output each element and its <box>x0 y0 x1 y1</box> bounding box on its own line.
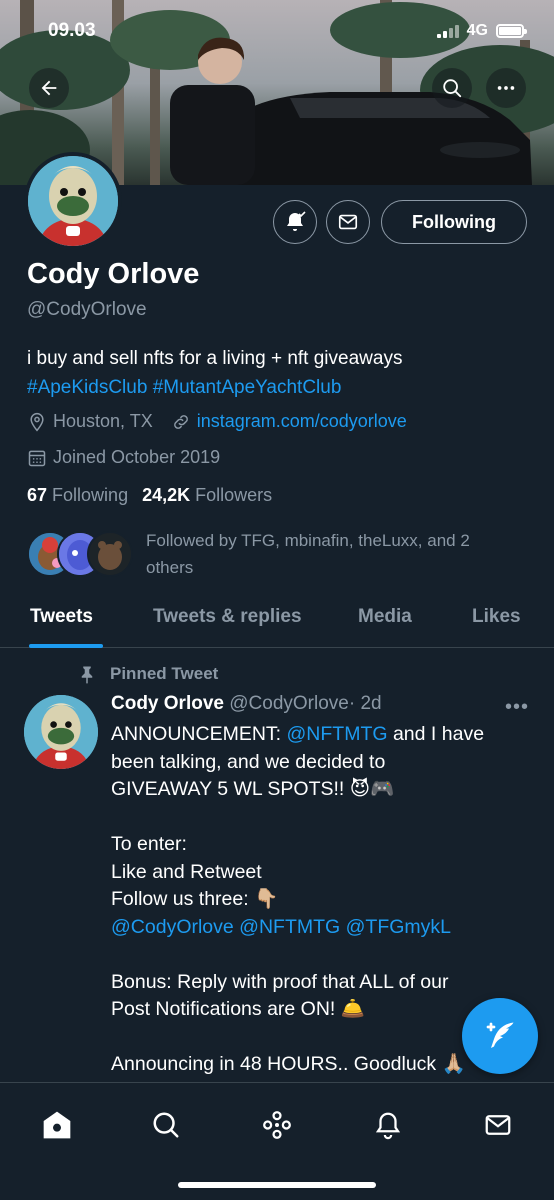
profile-website-link[interactable]: instagram.com/codyorlove <box>197 411 407 432</box>
compose-tweet-button[interactable] <box>462 998 538 1074</box>
status-indicators: 4G <box>436 22 527 40</box>
tweet-line: ANNOUNCEMENT: @NFTMTG and I have <box>111 721 531 749</box>
status-time: 09.03 <box>48 20 96 41</box>
search-icon <box>443 79 462 98</box>
followers-label: Followers <box>195 485 273 505</box>
mail-icon <box>338 214 358 230</box>
tweet-author-handle: @CodyOrlove <box>229 693 349 714</box>
battery-icon <box>496 24 527 38</box>
pin-icon <box>81 666 93 684</box>
tweet-author-name[interactable]: Cody Orlove <box>111 693 224 714</box>
signal-icon <box>436 24 459 38</box>
tweet-more-button[interactable]: ••• <box>505 696 529 719</box>
nav-messages[interactable] <box>478 1105 518 1145</box>
home-icon <box>43 1111 71 1139</box>
pinned-tweet-label: Pinned Tweet <box>78 664 218 684</box>
tweet-text: ANNOUNCEMENT: <box>111 723 287 745</box>
notifications-toggle-button[interactable] <box>273 200 317 244</box>
location-icon <box>30 412 44 431</box>
bell-notification-icon <box>287 211 306 231</box>
network-type: 4G <box>466 22 488 39</box>
home-indicator <box>178 1182 376 1188</box>
following-label: Following <box>52 485 129 505</box>
profile-handle: @CodyOrlove <box>27 299 147 320</box>
tweet-line: Follow us three: 👇🏼 <box>111 888 279 910</box>
tweet-time: · 2d <box>348 693 382 714</box>
back-button[interactable] <box>29 68 69 108</box>
tweet-text: and I have <box>387 723 485 745</box>
profile-tabs: Tweets Tweets & replies Media Likes <box>0 600 554 648</box>
following-count: 67 <box>27 485 48 505</box>
notifications-icon <box>375 1112 401 1140</box>
profile-meta-row: Houston, TX instagram.com/codyorlove <box>27 411 407 432</box>
following-count-link[interactable]: 67 Following <box>27 485 128 506</box>
profile-bio: i buy and sell nfts for a living + nft g… <box>27 344 537 402</box>
followers-count: 24,2K <box>142 485 191 505</box>
nav-explore[interactable] <box>146 1105 186 1145</box>
search-button[interactable] <box>432 68 472 108</box>
compose-icon <box>486 1022 514 1048</box>
messages-icon <box>485 1115 511 1135</box>
followed-by-line: Followed by TFG, mbinafin, theLuxx, and … <box>146 531 470 550</box>
following-button[interactable]: Following <box>381 200 527 244</box>
tab-media[interactable]: Media <box>358 606 412 628</box>
nav-notifications[interactable] <box>368 1105 408 1145</box>
profile-stats: 67 Following 24,2K Followers <box>27 485 272 506</box>
profile-joined-date: Joined October 2019 <box>53 447 221 467</box>
tweet-line: been talking, and we decided to <box>111 750 386 773</box>
tab-likes[interactable]: Likes <box>472 606 521 628</box>
explore-icon <box>153 1112 179 1138</box>
back-arrow-icon <box>41 80 57 96</box>
hashtag-link[interactable]: #MutantApeYachtClub <box>153 377 342 398</box>
tweet-line: GIVEAWAY 5 WL SPOTS!! 😈🎮 <box>111 778 395 800</box>
followed-by-avatars[interactable] <box>27 531 137 579</box>
nav-spaces[interactable] <box>257 1105 297 1145</box>
tweet-line: To enter: <box>111 833 187 855</box>
more-options-button[interactable] <box>486 68 526 108</box>
tweet-header: Cody Orlove @CodyOrlove· 2d <box>111 693 382 715</box>
pinned-label-text: Pinned Tweet <box>110 664 219 683</box>
active-tab-indicator <box>29 644 103 648</box>
avatar <box>87 531 133 577</box>
hashtag-link[interactable]: #ApeKidsClub <box>27 377 147 398</box>
bio-text: i buy and sell nfts for a living + nft g… <box>27 348 403 369</box>
more-icon <box>497 86 515 90</box>
tweet-line: Like and Retweet <box>111 860 262 883</box>
profile-name: Cody Orlove <box>27 258 200 290</box>
profile-location: Houston, TX <box>53 411 153 431</box>
tab-tweets-replies[interactable]: Tweets & replies <box>153 606 302 628</box>
followers-count-link[interactable]: 24,2K Followers <box>142 485 272 506</box>
link-icon <box>173 414 188 429</box>
tweet-line: Bonus: Reply with proof that ALL of our <box>111 970 449 993</box>
profile-avatar[interactable] <box>24 152 122 250</box>
message-button[interactable] <box>326 200 370 244</box>
followed-by-line: others <box>146 558 194 577</box>
mention-link[interactable]: @NFTMTG <box>287 723 388 745</box>
status-bar: 09.03 4G <box>0 0 554 60</box>
profile-joined-row: Joined October 2019 <box>27 447 220 468</box>
calendar-icon <box>28 450 46 466</box>
nav-home[interactable] <box>37 1105 77 1145</box>
tweet-author-avatar[interactable] <box>24 695 98 769</box>
tab-tweets[interactable]: Tweets <box>30 606 93 628</box>
spaces-icon <box>263 1111 291 1139</box>
followed-by-text[interactable]: Followed by TFG, mbinafin, theLuxx, and … <box>146 527 526 581</box>
mention-links[interactable]: @CodyOrlove @NFTMTG @TFGmykL <box>111 914 531 942</box>
